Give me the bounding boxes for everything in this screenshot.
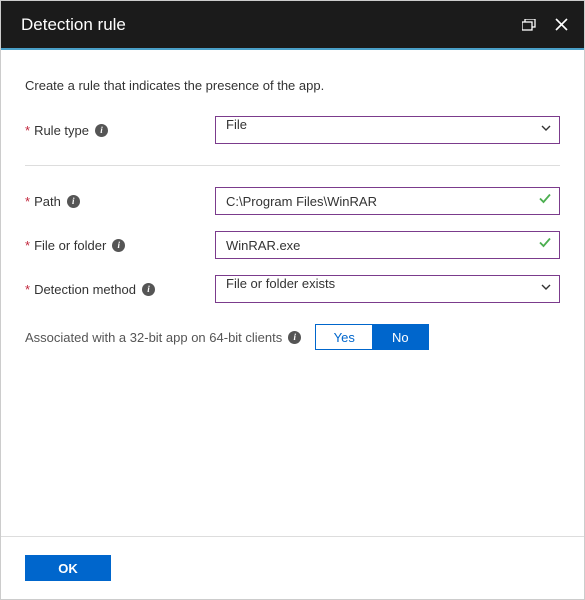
associated-toggle: Yes No [315, 324, 429, 350]
info-icon[interactable]: i [95, 124, 108, 137]
path-input[interactable] [215, 187, 560, 215]
rule-type-value: File [226, 117, 247, 132]
dialog-title: Detection rule [21, 15, 126, 35]
label-text: Rule type [34, 123, 89, 138]
dialog-footer: OK [1, 536, 584, 599]
toggle-yes[interactable]: Yes [316, 325, 372, 349]
toggle-no[interactable]: No [372, 325, 428, 349]
file-or-folder-input[interactable] [215, 231, 560, 259]
info-icon[interactable]: i [67, 195, 80, 208]
row-rule-type: * Rule type i File [25, 115, 560, 145]
label-text: Detection method [34, 282, 136, 297]
label-path: * Path i [25, 194, 215, 209]
detection-method-select[interactable]: File or folder exists [215, 275, 560, 303]
detection-method-value: File or folder exists [226, 276, 335, 291]
info-icon[interactable]: i [288, 331, 301, 344]
associated-label: Associated with a 32-bit app on 64-bit c… [25, 330, 282, 345]
restore-icon[interactable] [520, 16, 538, 34]
row-file-or-folder: * File or folder i [25, 230, 560, 260]
label-detection-method: * Detection method i [25, 282, 215, 297]
field-file-or-folder [215, 231, 560, 259]
info-icon[interactable]: i [112, 239, 125, 252]
required-indicator: * [25, 123, 30, 138]
window-controls [520, 16, 570, 34]
row-path: * Path i [25, 186, 560, 216]
dialog-content: Create a rule that indicates the presenc… [1, 50, 584, 536]
required-indicator: * [25, 194, 30, 209]
label-rule-type: * Rule type i [25, 123, 215, 138]
required-indicator: * [25, 238, 30, 253]
label-file-or-folder: * File or folder i [25, 238, 215, 253]
ok-button[interactable]: OK [25, 555, 111, 581]
row-detection-method: * Detection method i File or folder exis… [25, 274, 560, 304]
field-path [215, 187, 560, 215]
info-icon[interactable]: i [142, 283, 155, 296]
row-associated: Associated with a 32-bit app on 64-bit c… [25, 324, 560, 350]
field-detection-method: File or folder exists [215, 275, 560, 303]
label-text: File or folder [34, 238, 106, 253]
close-icon[interactable] [552, 16, 570, 34]
required-indicator: * [25, 282, 30, 297]
title-bar: Detection rule [1, 1, 584, 50]
label-text: Path [34, 194, 61, 209]
dialog-frame: Detection rule Create a rule that indica… [0, 0, 585, 600]
rule-type-select[interactable]: File [215, 116, 560, 144]
divider [25, 165, 560, 166]
field-rule-type: File [215, 116, 560, 144]
dialog-subtitle: Create a rule that indicates the presenc… [25, 78, 560, 93]
